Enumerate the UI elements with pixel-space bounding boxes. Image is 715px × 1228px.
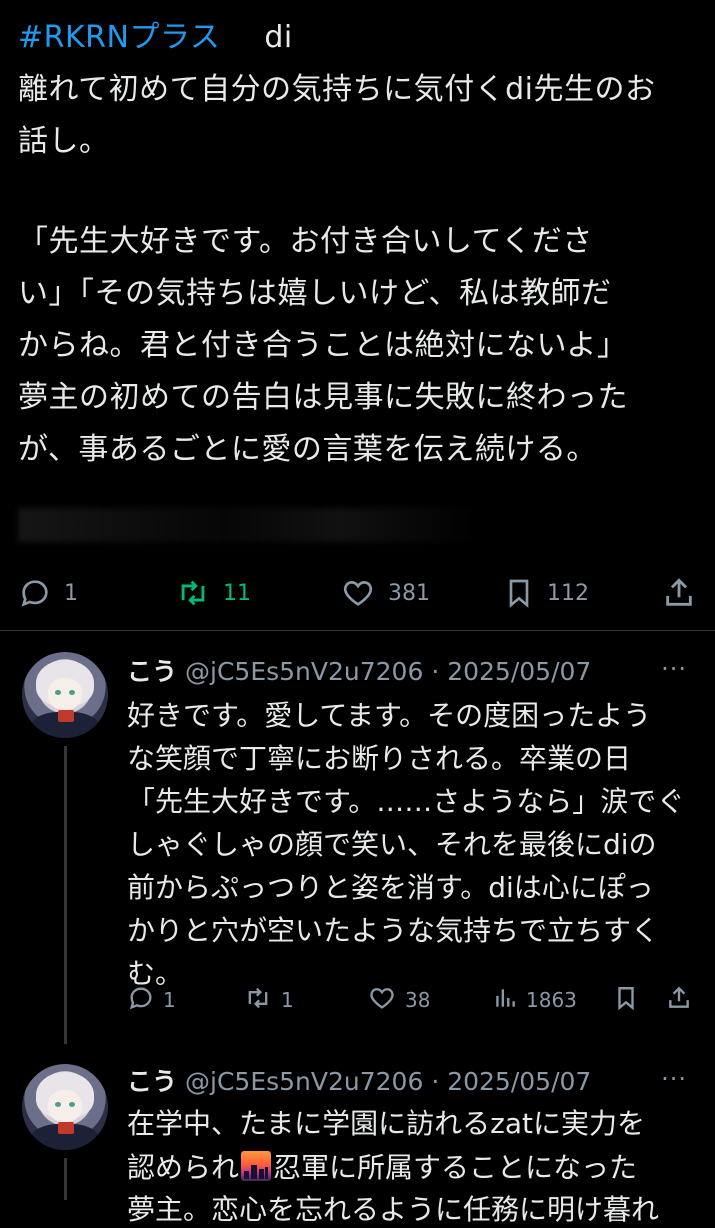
- reply-text-line: 前からぷっつりと姿を消す。diは心にぽっ: [127, 871, 654, 904]
- reply-action-bar: 1 1 38 1863: [0, 983, 715, 1017]
- post-text-line: 離れて初めて自分の気持ちに気付くdi先生のお: [18, 72, 656, 107]
- reply-text-line: な笑顔で丁寧にお断りされる。卒業の日: [127, 742, 632, 775]
- reply-icon: [127, 984, 155, 1017]
- handle-and-date: @jC5Es5nV2u7206 · 2025/05/07: [185, 657, 592, 686]
- post-text-line: 夢主の初めての告白は見事に失敗に終わった: [18, 380, 628, 415]
- handle-and-date: @jC5Es5nV2u7206 · 2025/05/07: [185, 1067, 592, 1096]
- like-button[interactable]: 381: [340, 573, 430, 613]
- reply-text-segment: 忍軍に所属することになった: [273, 1151, 638, 1184]
- reply-text-line: しゃぐしゃの顔で笑い、それを最後にdiの: [127, 828, 657, 861]
- retweet-icon: [175, 576, 211, 610]
- display-name[interactable]: こう: [127, 657, 177, 686]
- reply-icon: [18, 576, 52, 610]
- bookmark-count: 112: [547, 580, 589, 606]
- post-text-line: が、事あるごとに愛の言葉を伝え続ける。: [18, 432, 597, 467]
- city-sunset-emoji-icon: [241, 1151, 272, 1181]
- reply-views-button[interactable]: 1863: [492, 983, 577, 1017]
- retweet-button[interactable]: 11: [175, 573, 251, 613]
- post-header: #RKRNプラス di: [18, 12, 293, 56]
- reply-retweet-button[interactable]: 1: [243, 983, 294, 1017]
- like-count: 381: [388, 580, 430, 606]
- reply-text-line: 在学中、たまに学園に訪れるzatに実力を: [127, 1107, 645, 1140]
- reply-bookmark-button[interactable]: [613, 983, 639, 1017]
- post-text-line: からね。君と付き合うことは絶対にないよ」: [18, 328, 628, 363]
- reply-header: こう @jC5Es5nV2u7206 · 2025/05/07: [127, 652, 591, 688]
- thread-connector-line: [64, 1158, 67, 1200]
- bookmark-icon: [503, 575, 535, 611]
- bookmark-button[interactable]: 112: [503, 573, 589, 613]
- retweet-count: 11: [223, 580, 251, 606]
- post-text-line: い」「その気持ちは嬉しいけど、私は教師だ: [18, 276, 612, 311]
- reply-text-line: かりと穴が空いたような気持ちで立ちすく: [127, 914, 660, 947]
- reply-text-line: 好きです。愛してます。その度困ったよう: [127, 699, 652, 732]
- share-button[interactable]: [662, 573, 696, 613]
- retweet-count: 1: [281, 988, 294, 1012]
- more-options-icon[interactable]: ···: [661, 1065, 687, 1093]
- reply-share-button[interactable]: [666, 983, 692, 1017]
- views-count: 1863: [526, 988, 577, 1012]
- reply-button[interactable]: 1: [18, 573, 78, 613]
- post-text-line: 話し。: [18, 124, 110, 159]
- hashtag-link[interactable]: #RKRNプラス: [18, 20, 220, 55]
- display-name[interactable]: こう: [127, 1067, 177, 1096]
- post-divider: [0, 630, 715, 631]
- post-text-line: 「先生大好きです。お付き合いしてくださ: [18, 224, 593, 259]
- reply-text-segment: 認められ: [127, 1151, 240, 1184]
- heart-icon: [367, 984, 397, 1017]
- reply-count: 1: [64, 580, 78, 606]
- avatar[interactable]: [22, 1064, 108, 1150]
- bookmark-icon: [613, 983, 639, 1018]
- reply-reply-button[interactable]: 1: [127, 983, 176, 1017]
- heart-icon: [340, 576, 376, 610]
- retweet-icon: [243, 984, 273, 1017]
- share-icon: [666, 983, 692, 1018]
- reply-text-line: 認められ 忍軍に所属することになった: [127, 1146, 637, 1186]
- reply-text-line: 「先生大好きです。……さようなら」涙でぐ: [127, 785, 685, 818]
- reply-count: 1: [163, 988, 176, 1012]
- avatar[interactable]: [22, 652, 108, 738]
- blurred-metadata: [18, 508, 478, 542]
- post-title-tail: di: [264, 20, 293, 55]
- reply-like-button[interactable]: 38: [367, 983, 430, 1017]
- share-icon: [662, 575, 696, 611]
- post-action-bar: 1 11 381 112: [0, 573, 715, 613]
- more-options-icon[interactable]: ···: [661, 655, 687, 683]
- reply-header: こう @jC5Es5nV2u7206 · 2025/05/07: [127, 1062, 591, 1098]
- analytics-icon: [492, 985, 518, 1016]
- reply-text-line: 夢主。恋心を忘れるように任務に明け暮れ: [127, 1193, 660, 1226]
- like-count: 38: [405, 988, 431, 1012]
